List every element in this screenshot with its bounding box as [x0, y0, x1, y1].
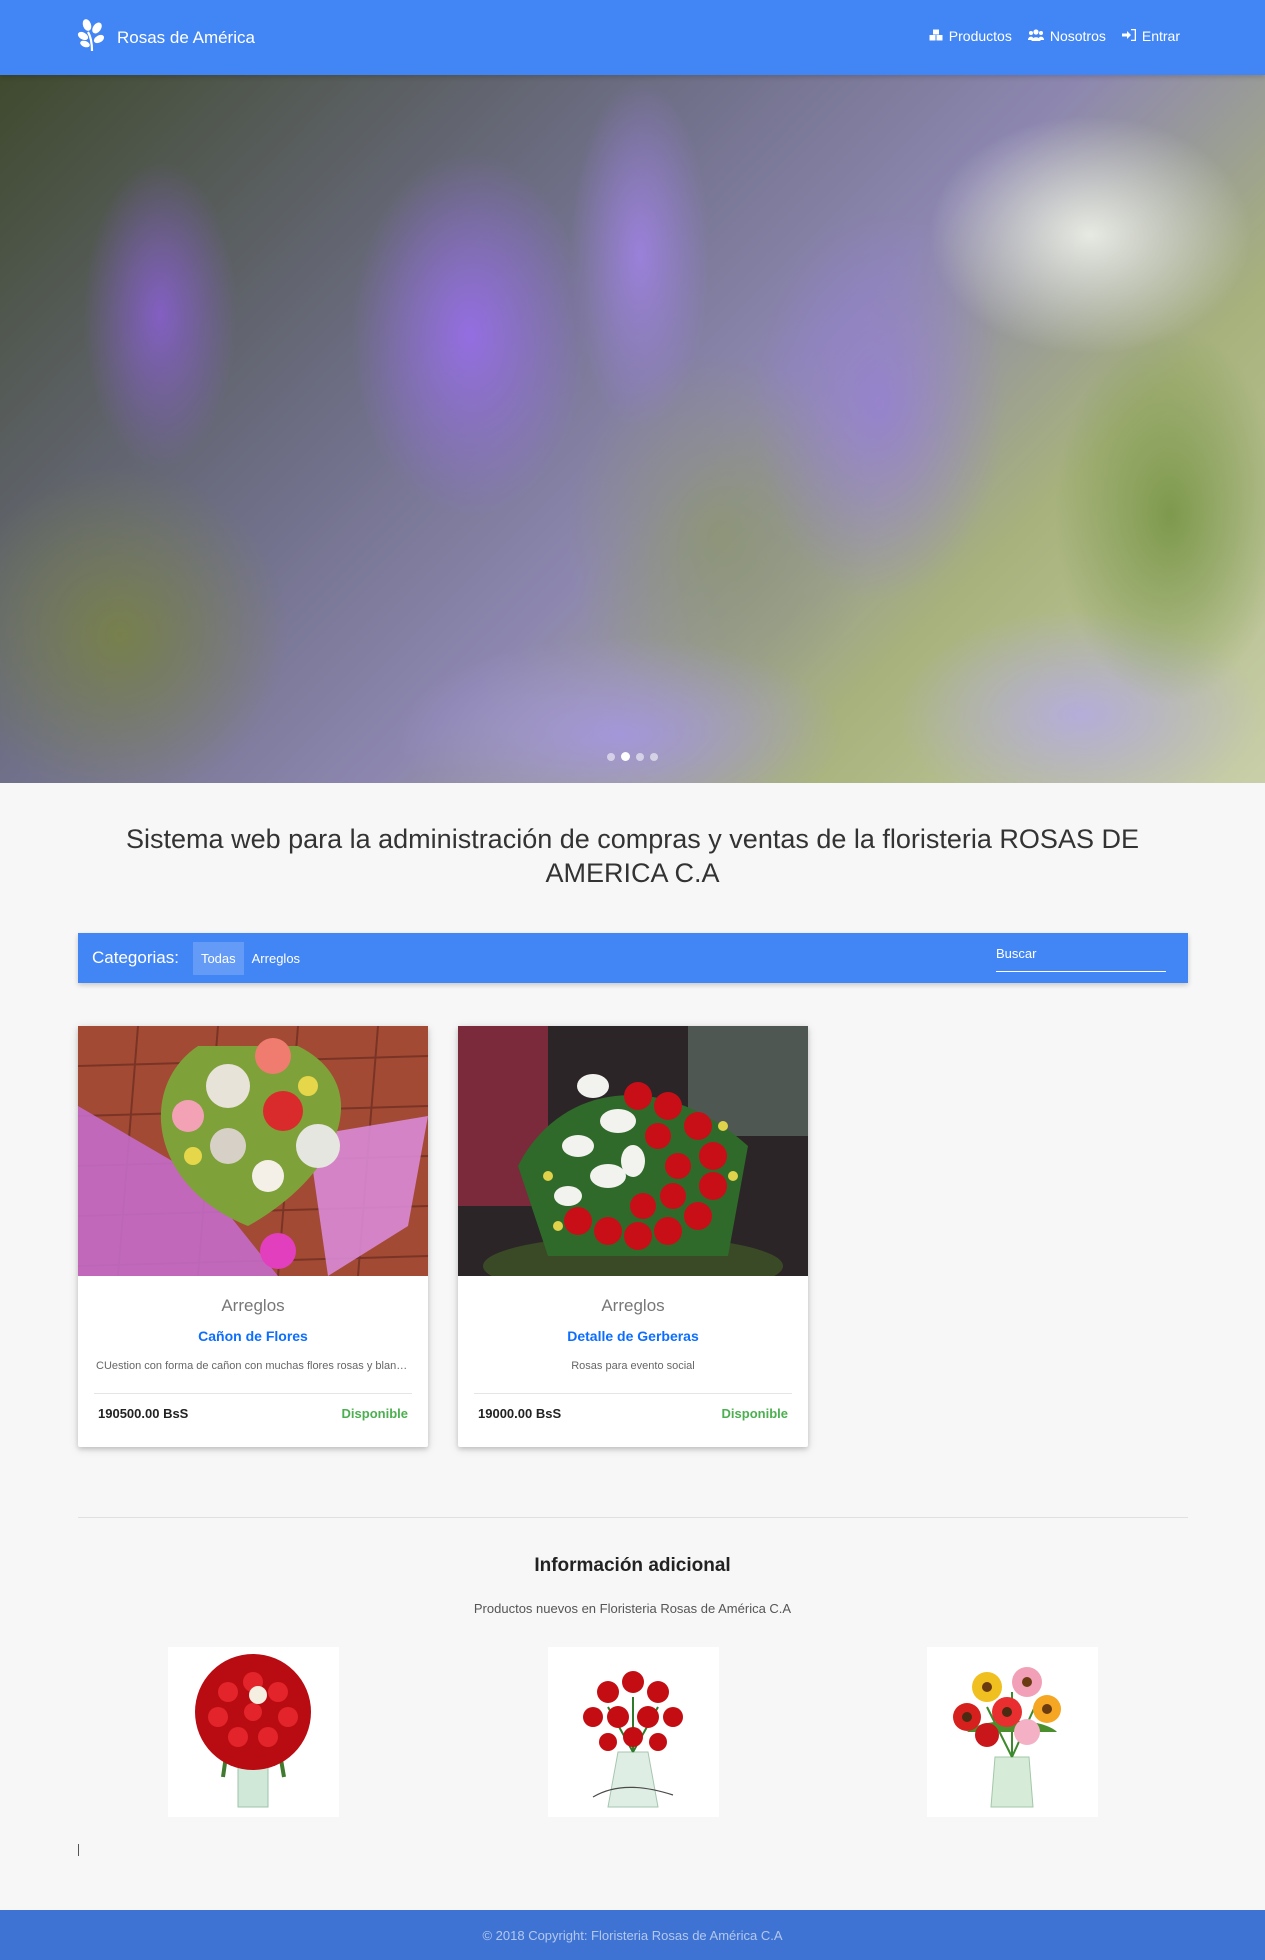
- category-label: Categorias:: [92, 948, 179, 967]
- nav-link-entrar[interactable]: Entrar: [1121, 28, 1180, 44]
- product-description: Rosas para evento social: [571, 1360, 695, 1372]
- product-category: Arreglos: [601, 1296, 665, 1315]
- carousel-dot-2[interactable]: [621, 752, 630, 761]
- new-product-thumbnail[interactable]: [548, 1647, 719, 1817]
- section-divider: [78, 1517, 1188, 1518]
- product-status: Disponible: [721, 1406, 788, 1421]
- nav-link-nosotros[interactable]: Nosotros: [1027, 28, 1106, 44]
- new-product-thumbnail[interactable]: [168, 1647, 339, 1817]
- card-footer: 19000.00 BsS Disponible: [474, 1393, 792, 1421]
- nav-link-label: Entrar: [1141, 28, 1180, 44]
- nav-links: Productos Nosotros Entrar: [929, 28, 1180, 44]
- product-status: Disponible: [341, 1406, 408, 1421]
- product-image[interactable]: [78, 1026, 428, 1276]
- text-cursor: [78, 1844, 79, 1856]
- card-body: Arreglos Cañon de Flores CUestion con fo…: [78, 1276, 428, 1372]
- product-name-link[interactable]: Detalle de Gerberas: [458, 1328, 808, 1344]
- footer: © 2018 Copyright: Floristeria Rosas de A…: [0, 1910, 1265, 1960]
- cubes-icon: [929, 28, 949, 44]
- info-subtitle: Productos nuevos en Floristeria Rosas de…: [473, 1601, 792, 1616]
- nav-link-label: Nosotros: [1049, 28, 1106, 44]
- info-title: Información adicional: [534, 1555, 731, 1576]
- new-product-thumbnail[interactable]: [927, 1647, 1098, 1817]
- carousel-indicators: [0, 752, 1265, 761]
- product-category: Arreglos: [221, 1296, 285, 1315]
- search-input[interactable]: [996, 946, 1166, 961]
- search-field: [996, 945, 1166, 972]
- hero-carousel[interactable]: [0, 75, 1265, 783]
- product-price: 19000.00 BsS: [478, 1406, 562, 1421]
- product-description: CUestion con forma de cañon con muchas f…: [96, 1360, 414, 1372]
- page-title: Sistema web para la administración de co…: [126, 824, 1139, 888]
- product-price: 190500.00 BsS: [98, 1406, 189, 1421]
- product-image[interactable]: [458, 1026, 808, 1276]
- card-footer: 190500.00 BsS Disponible: [94, 1393, 412, 1421]
- category-item-arreglos[interactable]: Arreglos: [244, 942, 308, 975]
- sign-in-icon: [1121, 28, 1142, 44]
- product-name-link[interactable]: Cañon de Flores: [78, 1328, 428, 1344]
- users-icon: [1027, 28, 1050, 44]
- nav-link-productos[interactable]: Productos: [929, 28, 1012, 44]
- footer-copyright: © 2018 Copyright: Floristeria Rosas de A…: [482, 1927, 783, 1943]
- carousel-dot-3[interactable]: [636, 752, 644, 761]
- brand[interactable]: Rosas de América: [77, 17, 255, 53]
- leaf-logo-icon: [77, 17, 107, 53]
- carousel-dot-1[interactable]: [607, 752, 615, 761]
- card-body: Arreglos Detalle de Gerberas Rosas para …: [458, 1276, 808, 1372]
- product-card: Arreglos Detalle de Gerberas Rosas para …: [458, 1026, 808, 1447]
- nav-link-label: Productos: [948, 28, 1012, 44]
- navbar: Rosas de América Productos Nosotros Entr…: [0, 0, 1265, 75]
- product-card: Arreglos Cañon de Flores CUestion con fo…: [78, 1026, 428, 1447]
- category-bar: Categorias: Todas Arreglos: [78, 933, 1188, 983]
- carousel-dot-4[interactable]: [650, 752, 658, 761]
- category-item-todas[interactable]: Todas: [192, 941, 244, 975]
- brand-name: Rosas de América: [117, 28, 255, 47]
